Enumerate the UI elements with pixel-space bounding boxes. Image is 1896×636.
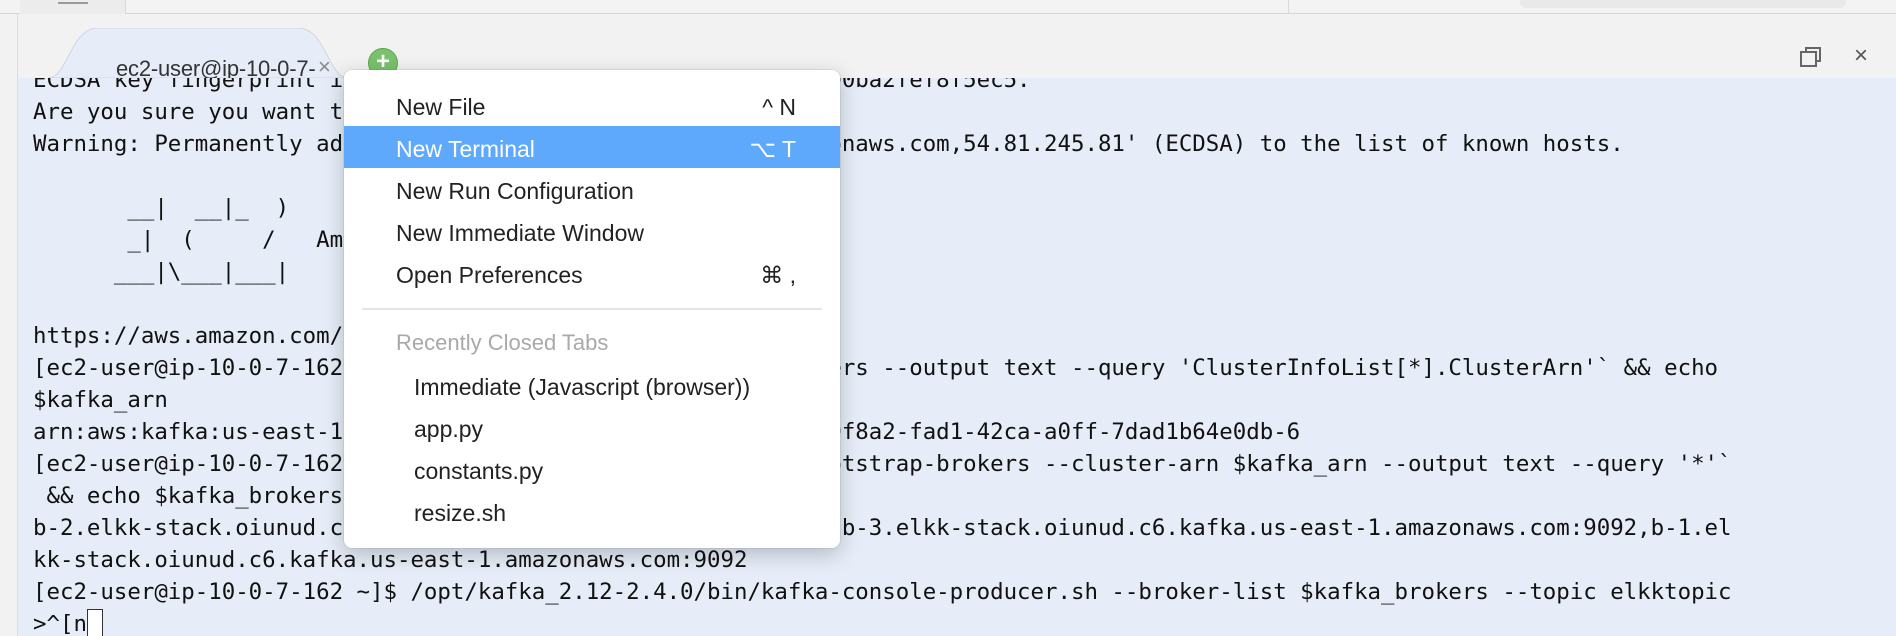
editor-gutter [20,0,126,14]
menu-item-label: New Immediate Window [396,220,644,246]
terminal-line: https://aws.amazon.com/amazon-linux-2/ [33,323,546,349]
terminal-line: ECDSA key fingerprint is SHA256:ac7c4ebf… [33,78,1031,93]
menu-item-label: New File [396,94,486,120]
terminal-line: kk-stack.oiunud.c6.kafka.us-east-1.amazo… [33,547,748,573]
menu-item-new-file[interactable]: New File ^ N [344,84,840,126]
editor-top-strip [0,0,1896,14]
terminal-line: Are you sure you want to continue connec… [33,99,815,125]
recent-tab-label: resize.sh [414,500,507,526]
menu-item-shortcut: ⌥ T [749,136,796,162]
recent-tab-item[interactable]: app.py [344,408,840,448]
terminal-output[interactable]: ECDSA key fingerprint is SHA256:ac7c4ebf… [18,78,1896,636]
menu-item-new-terminal[interactable]: New Terminal ⌥ T [344,126,840,168]
menu-item-label: New Terminal [396,136,535,162]
menu-item-shortcut: ⌘ , [760,262,796,288]
new-tab-menu: New File ^ N New Terminal ⌥ T New Run Co… [344,70,840,548]
terminal-line: [ec2-user@ip-10-0-7-162 ~]$ kafka_broker… [33,451,1732,477]
terminal-cursor [86,609,103,636]
menu-item-shortcut: ^ N [762,94,796,120]
menu-item-open-preferences[interactable]: Open Preferences ⌘ , [344,252,840,294]
close-icon[interactable]: × [1854,42,1868,70]
terminal-line: __| __|_ ) [33,195,290,221]
menu-item-new-immediate-window[interactable]: New Immediate Window [344,210,840,252]
menu-item-new-run-configuration[interactable]: New Run Configuration [344,168,840,210]
recent-tab-label: app.py [414,416,484,442]
terminal-line: $kafka_arn [33,387,168,413]
divider [1288,0,1289,14]
terminal-line: b-2.elkk-stack.oiunud.c6.kafka.us-east-1… [33,515,1732,541]
recently-closed-header: Recently Closed Tabs [396,330,609,355]
recent-tab-label: constants.py [414,458,544,484]
menu-item-label: New Run Configuration [396,178,634,204]
terminal-line: >^[n [33,608,1732,636]
terminal-line: Warning: Permanently added 'ec2-54-81-24… [33,131,1624,157]
menu-item-label: Open Preferences [396,262,583,288]
maximize-icon[interactable] [1798,44,1824,70]
terminal-text: ECDSA key fingerprint is SHA256:ac7c4ebf… [33,78,1732,636]
recent-tab-label: Immediate (Javascript (browser)) [414,374,751,400]
tab-close-icon[interactable]: × [318,54,331,80]
terminal-line: arn:aws:kafka:us-east-1:000000000000:clu… [33,416,1732,448]
terminal-line: [ec2-user@ip-10-0-7-162 ~]$ /opt/kafka_2… [33,579,1732,605]
terminal-line: && echo $kafka_brokers [33,483,344,509]
line-number-fragment [58,0,88,4]
terminal-line: _| ( / Amazon Linux 2 AMI [33,227,559,253]
terminal-tab-bar: ec2-user@ip-10-0-7-162 × + × [18,14,1896,81]
scroll-area [1520,0,1846,8]
recent-tab-item[interactable]: resize.sh [344,492,840,532]
recent-tab-item[interactable]: Immediate (Javascript (browser)) [344,366,840,406]
left-frame [0,14,18,636]
menu-separator [362,308,822,310]
terminal-line: [ec2-user@ip-10-0-7-162 ~]$ kafka_arn=`a… [33,355,1719,381]
terminal-line: ___|\___|___| [33,259,290,285]
recent-tab-item[interactable]: constants.py [344,450,840,490]
